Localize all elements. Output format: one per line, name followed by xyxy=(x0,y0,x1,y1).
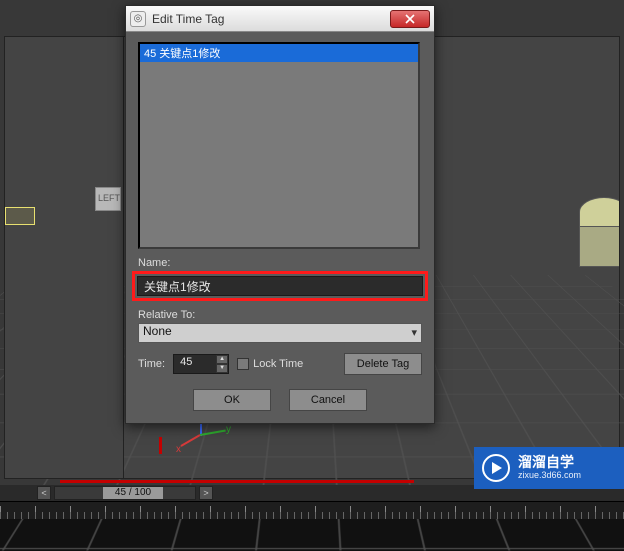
tag-listbox[interactable]: 45 关键点1修改 xyxy=(138,42,420,249)
close-button[interactable] xyxy=(390,10,430,28)
scene-object xyxy=(569,187,619,267)
timeline-thumb[interactable]: 45 / 100 xyxy=(103,487,163,499)
name-label: Name: xyxy=(138,257,422,269)
dialog-title: Edit Time Tag xyxy=(152,12,390,26)
dialog-titlebar[interactable]: ◎ Edit Time Tag xyxy=(126,6,434,32)
highlight-box xyxy=(132,271,428,301)
time-spinner[interactable]: 45 ▲ ▼ xyxy=(173,354,229,374)
delete-tag-button[interactable]: Delete Tag xyxy=(344,353,422,375)
lock-time-checkbox[interactable]: Lock Time xyxy=(237,358,303,370)
watermark-brand: 溜溜自学 xyxy=(518,455,581,470)
app-icon: ◎ xyxy=(130,11,146,27)
timeline-next-button[interactable]: > xyxy=(199,486,213,500)
watermark-url: zixue.3d66.com xyxy=(518,471,581,481)
relative-select[interactable]: None xyxy=(138,323,422,343)
checkbox-icon xyxy=(237,358,249,370)
spinner-down[interactable]: ▼ xyxy=(216,364,228,373)
relative-value: None xyxy=(143,324,172,338)
list-item[interactable]: 45 关键点1修改 xyxy=(140,44,418,62)
time-label: Time: xyxy=(138,358,165,370)
play-icon xyxy=(482,454,510,482)
relative-label: Relative To: xyxy=(138,309,422,321)
timeline-prev-button[interactable]: < xyxy=(37,486,51,500)
time-value: 45 xyxy=(180,356,192,368)
cancel-button[interactable]: Cancel xyxy=(289,389,367,411)
lock-time-label: Lock Time xyxy=(253,358,303,370)
close-icon xyxy=(405,14,415,24)
viewport-left[interactable]: LEFT xyxy=(4,36,124,479)
edit-time-tag-dialog: ◎ Edit Time Tag 45 关键点1修改 Name: Relative… xyxy=(125,5,435,424)
ok-button[interactable]: OK xyxy=(193,389,271,411)
watermark-badge: 溜溜自学 zixue.3d66.com xyxy=(474,447,624,489)
timeline-ruler[interactable] xyxy=(0,501,624,519)
spinner-up[interactable]: ▲ xyxy=(216,355,228,364)
timeline-track[interactable]: 45 / 100 xyxy=(54,486,196,500)
name-input[interactable] xyxy=(137,276,423,296)
left-view-label: LEFT xyxy=(95,187,121,211)
selection-box xyxy=(5,207,35,225)
